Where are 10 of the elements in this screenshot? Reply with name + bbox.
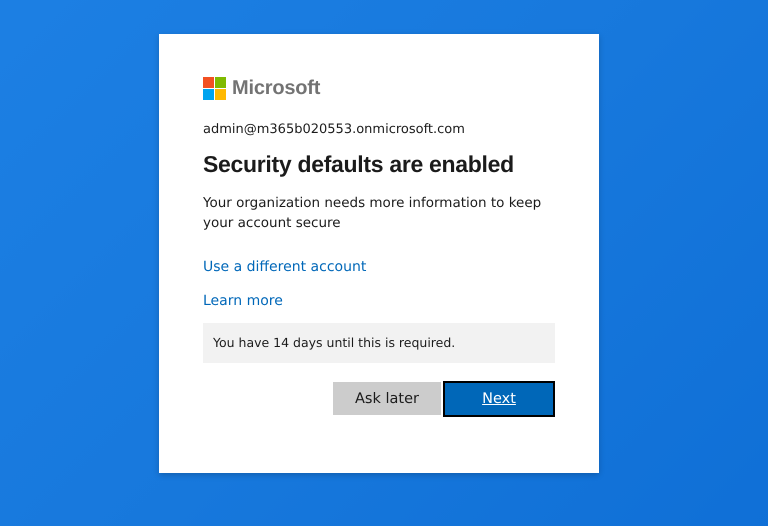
page-title: Security defaults are enabled (203, 151, 515, 178)
next-button[interactable]: Next (443, 381, 555, 417)
logo-text: Microsoft (232, 77, 320, 100)
link[interactable]: Use a different account (203, 259, 366, 275)
account-email: admin@m365b020553.onmicrosoft.com (203, 122, 466, 137)
description-text: Your organization needs more information to keep your account secure (203, 194, 542, 233)
link[interactable]: Learn more (203, 293, 283, 309)
ask-later-button[interactable]: Ask later (333, 382, 441, 415)
windows-logo-icon (203, 77, 226, 100)
notice-message: You have 14 days until this is required. (203, 323, 555, 363)
